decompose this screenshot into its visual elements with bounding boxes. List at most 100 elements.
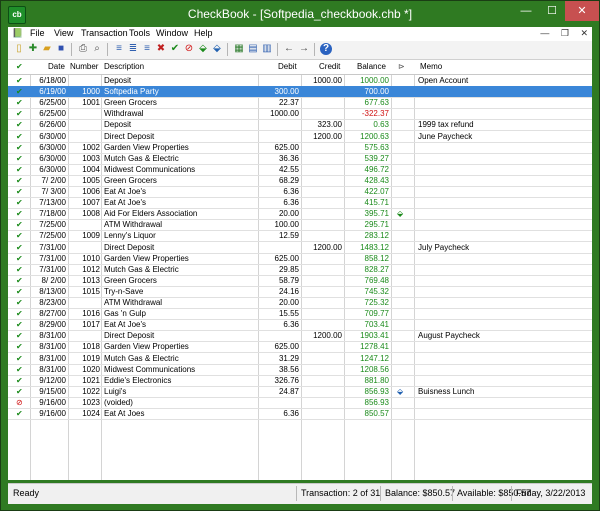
cleared-check-icon: ✔ [16,120,23,130]
cell-balance: 1200.63 [360,131,389,141]
cell-balance: 0.63 [373,120,389,130]
minimize-button[interactable]: — [513,1,539,21]
cell-date: 8/29/00 [39,320,66,330]
header-check[interactable]: ✔ [16,62,23,71]
cell-description: Aid For Elders Association [104,209,198,219]
menu-help[interactable]: Help [194,28,213,38]
cell-memo: Buisness Lunch [418,386,475,396]
cell-number: 1000 [82,87,100,97]
cell-description: Mutch Gas & Electric [104,264,179,274]
new-transaction-icon[interactable]: ✚ [27,43,39,55]
calculator-icon[interactable]: ▦ [233,43,245,55]
close-button[interactable]: ✕ [565,1,599,21]
edit-row-icon[interactable]: ≣ [127,43,139,55]
label-icon[interactable]: ⬙ [211,43,223,55]
header-number[interactable]: Number [70,62,98,71]
cleared-check-icon: ✔ [16,76,23,85]
header-memo[interactable]: Memo [420,62,442,71]
header-credit[interactable]: Credit [319,62,340,71]
cell-description: Deposit [104,120,132,130]
delete-row-icon[interactable]: ✖ [155,43,167,55]
cell-description: Mutch Gas & Electric [104,153,179,163]
void-icon[interactable]: ⊘ [183,43,195,55]
cleared-check-icon: ✔ [16,364,23,374]
menu-transaction[interactable]: Transaction [81,28,128,38]
header-description[interactable]: Description [104,62,144,71]
cell-number: 1004 [82,164,100,174]
cell-description: Mutch Gas & Electric [104,353,179,363]
title-bar[interactable]: cb CheckBook - [Softpedia_checkbook.chb … [1,1,599,27]
cell-balance: 428.43 [364,175,389,185]
print-icon[interactable]: ⎙ [77,43,89,55]
report-icon[interactable]: ▤ [247,43,259,55]
cell-date: 7/25/00 [39,220,66,230]
cell-balance: 709.77 [364,309,389,319]
header-date[interactable]: Date [48,62,65,71]
header-balance[interactable]: Balance [357,62,386,71]
cell-date: 6/19/00 [39,87,66,97]
menu-tools[interactable]: Tools [129,28,150,38]
cell-number: 1007 [82,198,100,208]
cell-debit: 12.59 [278,231,299,241]
cell-debit: 38.56 [278,364,299,374]
cell-date: 8/23/00 [39,298,66,307]
cleared-check-icon: ✔ [16,153,23,163]
cell-date: 8/13/00 [39,286,66,296]
cell-debit: 625.00 [274,253,299,263]
forward-arrow-icon[interactable]: → [298,43,310,55]
mdi-close-button[interactable]: ✕ [580,28,588,38]
table-row[interactable]: ✔ 9/16/00 1024 Eat At Joes 6.36 850.57 [8,408,592,420]
mdi-minimize-button[interactable]: — [540,28,549,38]
cell-balance: 1278.41 [360,342,389,352]
new-file-icon[interactable]: ▯ [13,43,25,55]
help-icon[interactable]: ? [320,43,332,55]
cell-description: Garden View Properties [104,342,189,352]
cell-date: 6/26/00 [39,120,66,130]
cell-date: 6/30/00 [39,153,66,163]
cell-date: 6/25/00 [39,98,66,108]
reconcile-check-icon[interactable]: ✔ [169,43,181,55]
cell-number: 1013 [82,275,100,285]
header-debit[interactable]: Debit [278,62,297,71]
cell-debit: 29.85 [278,264,299,274]
accounts-icon[interactable]: ▥ [261,43,273,55]
copy-row-icon[interactable]: ≡ [141,43,153,55]
cell-description: Eat At Joes [104,409,145,418]
void-icon: ⊘ [16,397,23,407]
menu-file[interactable]: File [30,28,45,38]
cell-debit: 22.37 [278,98,299,108]
cell-debit: 625.00 [274,142,299,152]
menu-view[interactable]: View [54,28,73,38]
tag-icon: ⬙ [397,386,404,396]
insert-row-icon[interactable]: ≡ [113,43,125,55]
save-icon[interactable]: ■ [55,43,67,55]
cell-date: 9/16/00 [39,397,66,407]
menu-window[interactable]: Window [156,28,188,38]
cleared-check-icon: ✔ [16,175,23,185]
cell-description: Eddie's Electronics [104,375,172,385]
print-preview-icon[interactable]: ⌕ [91,43,103,55]
cell-date: 7/ 2/00 [41,175,66,185]
mdi-restore-button[interactable]: ❐ [561,28,569,38]
cleared-check-icon: ✔ [16,286,23,296]
cleared-check-icon: ✔ [16,275,23,285]
maximize-button[interactable]: ☐ [539,1,565,21]
tag-icon: ⬙ [397,209,404,219]
doc-icon[interactable]: 📗 [12,28,23,39]
cell-description: Deposit [104,76,132,85]
cell-memo: 1999 tax refund [418,120,474,130]
cell-debit: 6.36 [283,320,299,330]
cleared-check-icon: ✔ [16,98,23,108]
tag-icon[interactable]: ⬙ [197,43,209,55]
column-header-row: ✔ Date Number Description Debit Credit B… [8,60,592,75]
cell-balance: 1247.12 [360,353,389,363]
menu-bar: 📗 File View Transaction Tools Window Hel… [8,27,592,41]
cell-balance: 539.27 [364,153,389,163]
cell-debit: 15.55 [278,309,299,319]
cleared-check-icon: ✔ [16,353,23,363]
open-folder-icon[interactable]: ▰ [41,43,53,55]
cell-number: 1021 [82,375,100,385]
cell-credit: 323.00 [317,120,342,130]
back-arrow-icon[interactable]: ← [283,43,295,55]
header-tag[interactable]: ⊳ [398,62,405,71]
